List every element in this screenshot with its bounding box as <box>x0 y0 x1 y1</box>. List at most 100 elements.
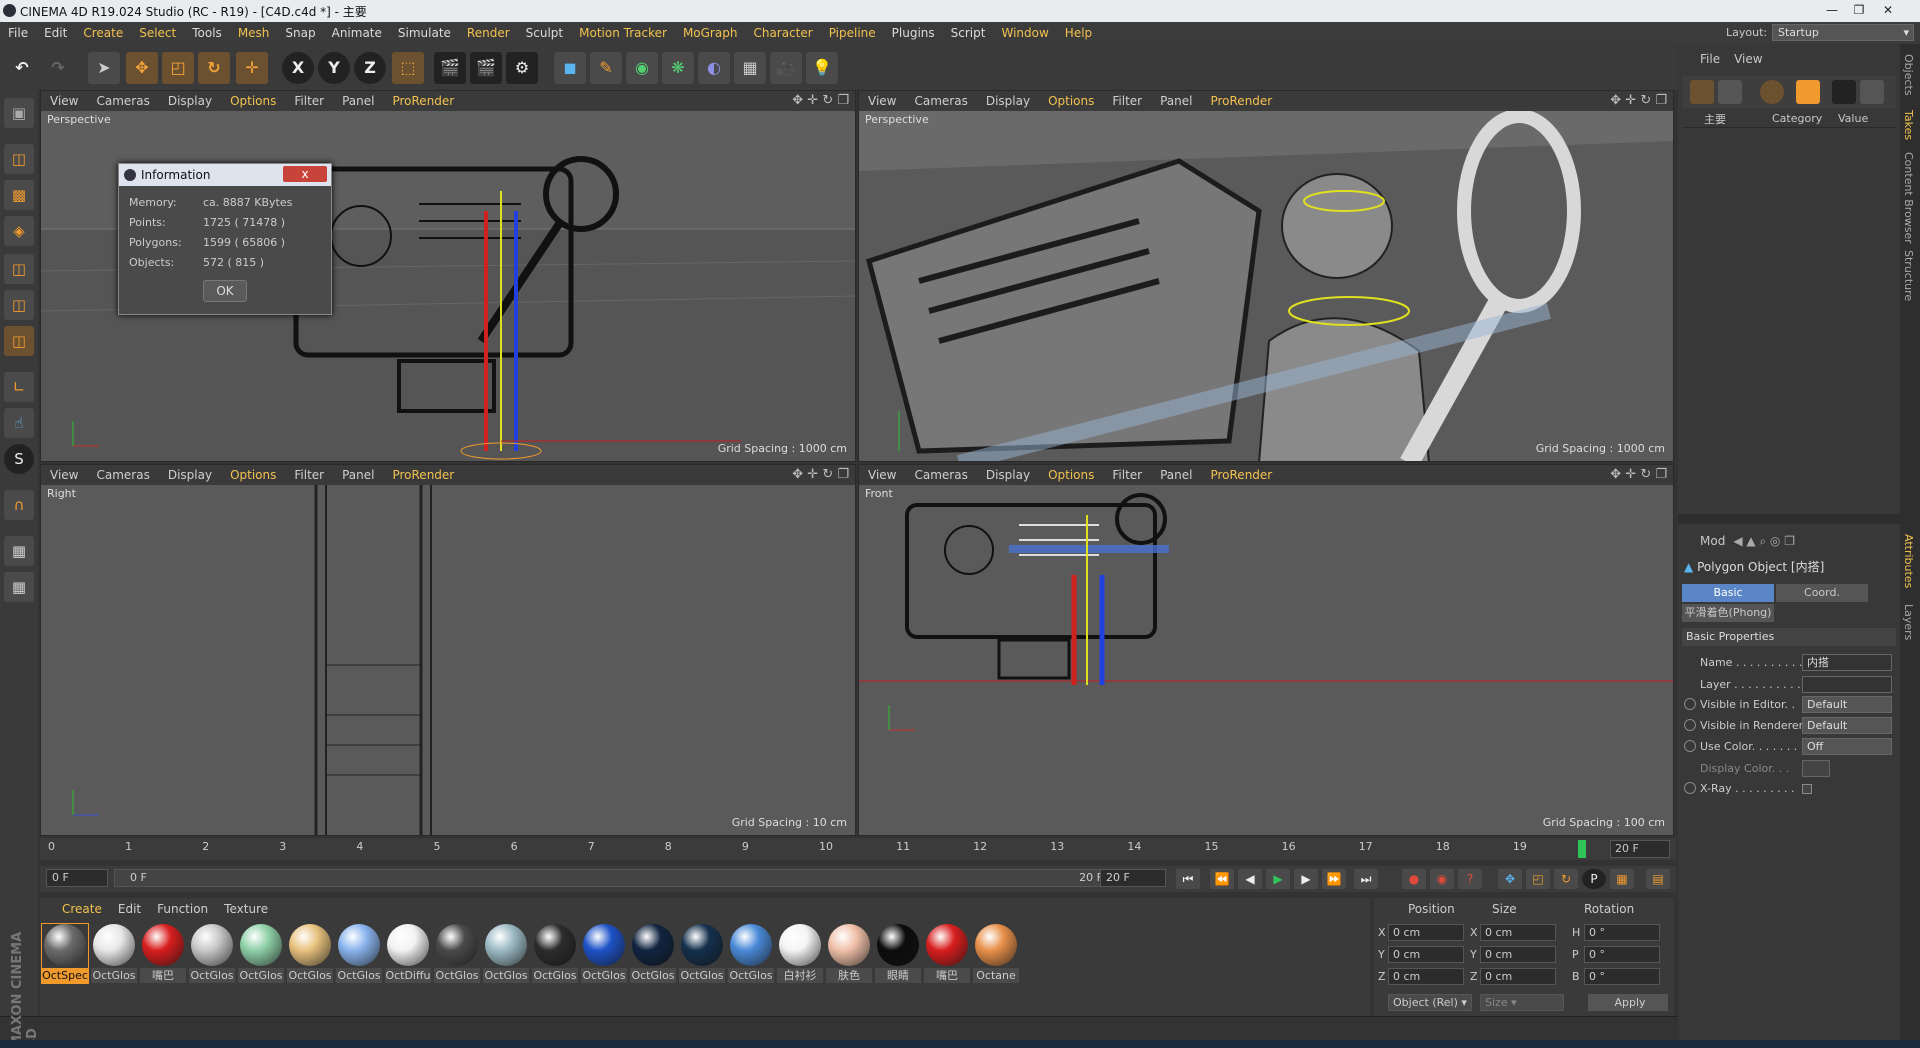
pen-spline-icon[interactable]: ✎ <box>590 52 622 84</box>
playhead-marker[interactable] <box>1578 840 1586 858</box>
menu-item[interactable]: Render <box>459 22 518 44</box>
grid-snap-icon[interactable]: ▦ <box>4 572 34 602</box>
menu-item[interactable]: Select <box>131 22 184 44</box>
viewport-menu-options[interactable]: Options <box>1039 94 1103 108</box>
objects-menu-file[interactable]: File <box>1678 52 1720 66</box>
viewport-menu-cameras[interactable]: Cameras <box>87 468 158 482</box>
visible-in-renderer-dropdown[interactable]: Default <box>1802 717 1892 734</box>
key-scale-icon[interactable]: ◰ <box>1526 869 1550 889</box>
size-x-field[interactable]: 0 cm <box>1480 924 1556 941</box>
material-swatch[interactable]: 嘴巴 <box>924 924 970 983</box>
dialog-close-button[interactable]: x <box>283 166 327 182</box>
viewport-menu-panel[interactable]: Panel <box>1151 468 1201 482</box>
side-tab-attributes[interactable]: Attributes <box>1902 534 1915 588</box>
key-parameter-icon[interactable]: P <box>1582 869 1606 889</box>
grid-lock-icon[interactable]: ▦ <box>4 536 34 566</box>
position-y-field[interactable]: 0 cm <box>1388 946 1464 963</box>
magnet-icon[interactable]: ∩ <box>4 490 34 520</box>
tab-phong[interactable]: 平滑着色(Phong) <box>1682 604 1774 622</box>
light-icon[interactable]: 💡 <box>806 52 838 84</box>
coordinate-mode-dropdown[interactable]: Object (Rel) ▾ <box>1388 994 1472 1011</box>
side-tab-structure[interactable]: Structure <box>1902 250 1915 301</box>
viewport-menu-prorender[interactable]: ProRender <box>383 468 463 482</box>
menu-item[interactable]: Create <box>75 22 131 44</box>
menu-item[interactable]: Pipeline <box>821 22 884 44</box>
side-tab-takes[interactable]: Takes <box>1902 110 1915 140</box>
menu-item[interactable]: Sculpt <box>518 22 571 44</box>
material-swatch[interactable]: OctGlos <box>434 924 480 983</box>
viewport-menu-options[interactable]: Options <box>1039 468 1103 482</box>
display-color-swatch[interactable] <box>1802 760 1830 777</box>
side-tab-content-browser[interactable]: Content Browser <box>1902 152 1915 244</box>
recent-tool-icon[interactable]: ✛ <box>236 52 268 84</box>
viewport-menu-display[interactable]: Display <box>977 94 1039 108</box>
end-frame-field[interactable]: 20 F <box>1100 869 1166 887</box>
key-pla-icon[interactable]: ▦ <box>1610 869 1634 889</box>
play-icon[interactable]: ▶ <box>1266 869 1290 889</box>
viewport-menu-filter[interactable]: Filter <box>285 468 333 482</box>
cloner-icon[interactable]: ❋ <box>662 52 694 84</box>
viewport-menu-display[interactable]: Display <box>159 94 221 108</box>
coordinate-system-icon[interactable]: ⬚ <box>392 52 424 84</box>
key-rotation-icon[interactable]: ↻ <box>1554 869 1578 889</box>
current-frame-field[interactable]: 20 F <box>1610 840 1670 858</box>
viewport-front[interactable]: View Cameras Display Options Filter Pane… <box>858 464 1674 836</box>
points-mode-icon[interactable]: ◫ <box>4 254 34 284</box>
viewport-menu-display[interactable]: Display <box>977 468 1039 482</box>
deformer-icon[interactable]: ◐ <box>698 52 730 84</box>
use-color-dropdown[interactable]: Off <box>1802 738 1892 755</box>
position-z-field[interactable]: 0 cm <box>1388 968 1464 985</box>
render-take-icon[interactable] <box>1832 80 1856 104</box>
menu-item[interactable]: Plugins <box>884 22 943 44</box>
menu-item[interactable]: Script <box>943 22 994 44</box>
scale-tool-icon[interactable]: ◰ <box>162 52 194 84</box>
redo-icon[interactable]: ↷ <box>42 52 74 84</box>
keyframe-selection-icon[interactable]: ? <box>1458 869 1482 889</box>
x-ray-checkbox[interactable] <box>1802 784 1812 794</box>
next-frame-icon[interactable]: ▶ <box>1294 869 1318 889</box>
z-axis-lock-button[interactable]: Z <box>354 52 386 84</box>
menu-item[interactable]: Animate <box>324 22 390 44</box>
preview-range-slider[interactable]: 0 F 20 F <box>114 869 1114 887</box>
move-tool-icon[interactable]: ✥ <box>126 52 158 84</box>
polygons-mode-icon[interactable]: ◫ <box>4 326 34 356</box>
menu-item[interactable]: Window <box>993 22 1056 44</box>
timeline-window-icon[interactable]: ▤ <box>1646 869 1670 889</box>
menu-item[interactable]: MoGraph <box>675 22 746 44</box>
material-swatch[interactable]: OctGlos <box>238 924 284 983</box>
position-x-field[interactable]: 0 cm <box>1388 924 1464 941</box>
material-swatch[interactable]: OctGlos <box>287 924 333 983</box>
material-menu-edit[interactable]: Edit <box>110 898 149 920</box>
menu-item[interactable]: Mesh <box>230 22 278 44</box>
start-frame-field[interactable]: 0 F <box>46 869 108 887</box>
viewport-menu-filter[interactable]: Filter <box>1103 94 1151 108</box>
side-tab-layers[interactable]: Layers <box>1902 604 1915 640</box>
texture-mode-icon[interactable]: ▩ <box>4 180 34 210</box>
workplane-mode-icon[interactable]: ◈ <box>4 216 34 246</box>
menu-item[interactable]: Snap <box>277 22 323 44</box>
tab-coord[interactable]: Coord. <box>1776 584 1868 602</box>
auto-take-icon[interactable] <box>1760 80 1784 104</box>
attributes-nav-icons[interactable]: ◀ ▲ ⌕ ◎ ❐ <box>1725 534 1795 549</box>
material-swatch[interactable]: OctGlos <box>581 924 627 983</box>
panel-separator[interactable] <box>1678 514 1900 524</box>
viewport-menu-panel[interactable]: Panel <box>333 94 383 108</box>
viewport-navigation-icons[interactable]: ✥ ✛ ↻ ❐ <box>1610 93 1667 108</box>
material-swatch[interactable]: OctGlos <box>91 924 137 983</box>
material-swatch[interactable]: 眼睛 <box>875 924 921 983</box>
attributes-menu-mode[interactable]: Mod <box>1678 534 1725 548</box>
viewport-menu-filter[interactable]: Filter <box>1103 468 1151 482</box>
make-editable-icon[interactable]: ▣ <box>4 98 34 128</box>
take-settings-icon[interactable] <box>1860 80 1884 104</box>
viewport-navigation-icons[interactable]: ✥ ✛ ↻ ❐ <box>792 93 849 108</box>
animate-radio[interactable] <box>1684 740 1696 752</box>
material-swatch[interactable]: OctGlos <box>630 924 676 983</box>
snap-icon[interactable]: S <box>4 444 34 474</box>
viewport-menu-prorender[interactable]: ProRender <box>1201 94 1281 108</box>
material-swatch[interactable]: OctSpec <box>41 923 89 984</box>
layer-field[interactable] <box>1802 676 1892 693</box>
viewport-menu-options[interactable]: Options <box>221 468 285 482</box>
menu-item[interactable]: File <box>0 22 36 44</box>
render-picture-viewer-icon[interactable]: 🎬 <box>470 52 502 84</box>
viewport-menu-cameras[interactable]: Cameras <box>905 468 976 482</box>
